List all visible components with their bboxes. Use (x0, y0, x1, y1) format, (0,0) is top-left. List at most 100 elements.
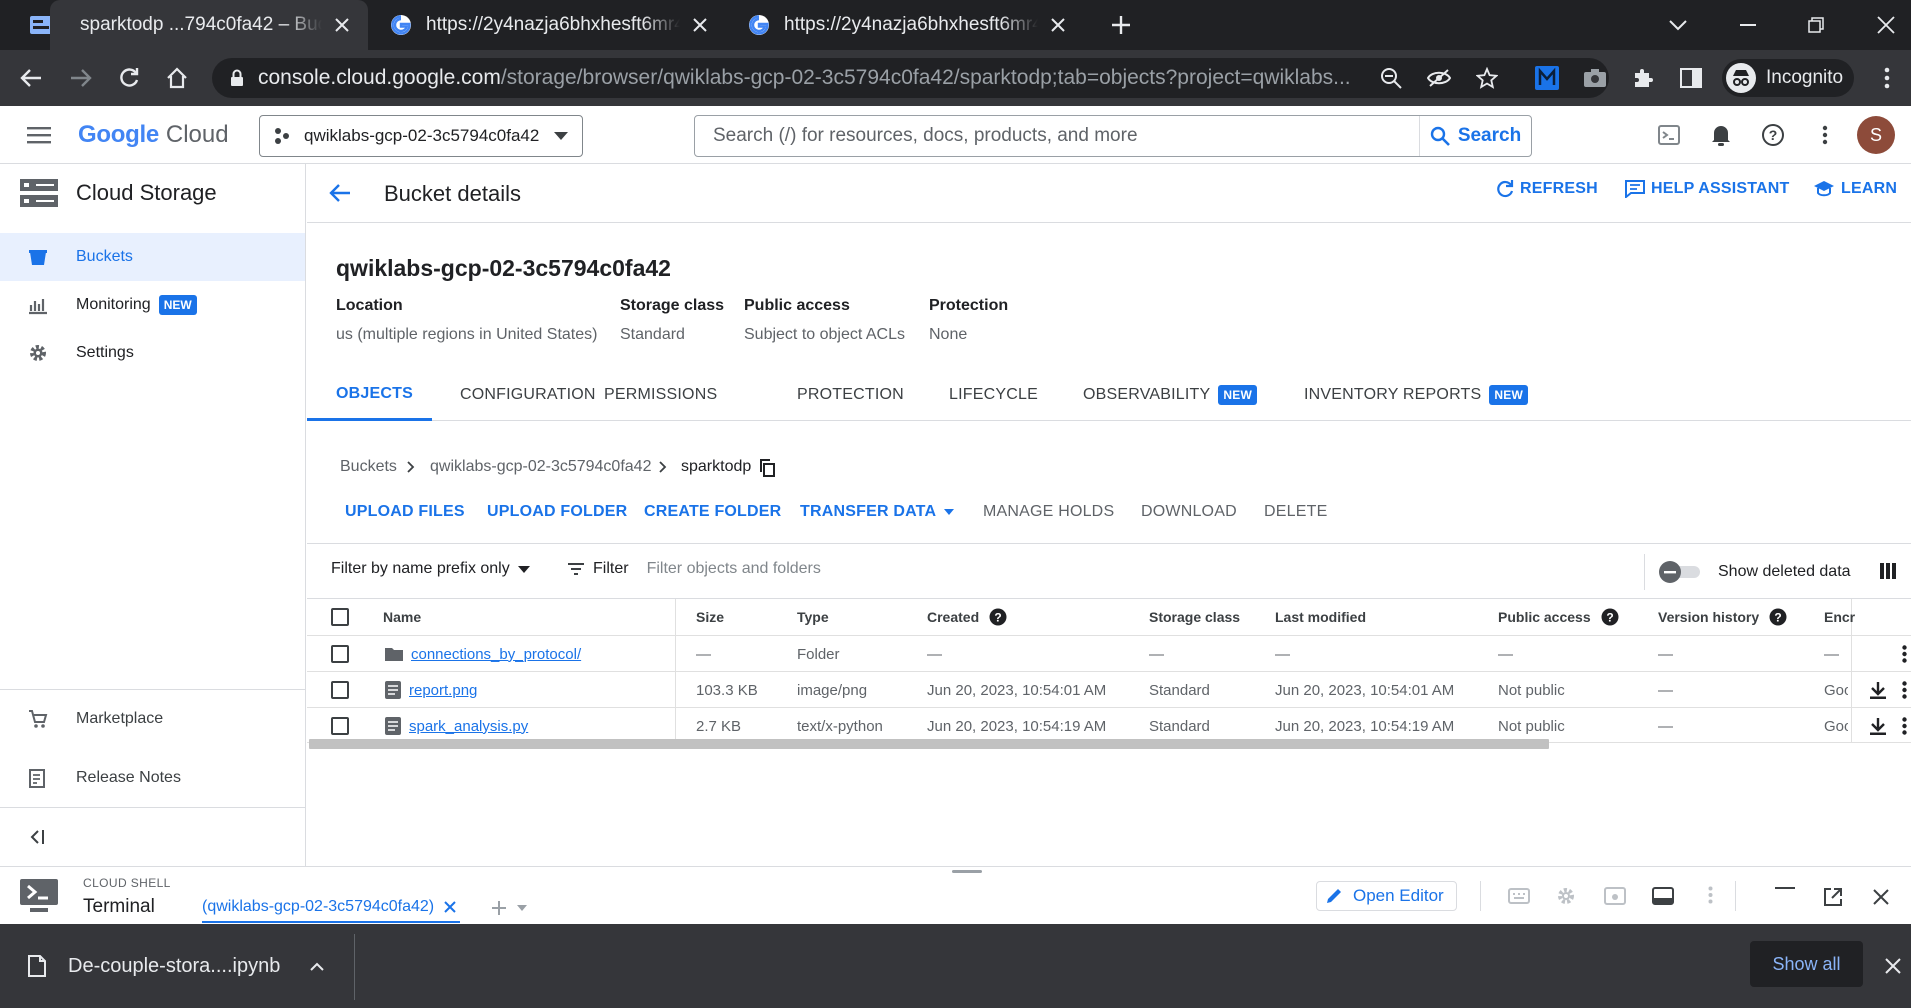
account-avatar[interactable]: S (1857, 116, 1895, 154)
object-name-link[interactable]: connections_by_protocol/ (411, 646, 581, 663)
google-cloud-logo[interactable]: Google Cloud (78, 120, 229, 150)
help-circle-icon[interactable]: ? (1769, 608, 1787, 626)
name-cell[interactable]: report.png (385, 672, 477, 708)
search-input[interactable]: Search (/) for resources, docs, products… (695, 125, 1419, 147)
browser-tab-3[interactable]: https://2y4nazja6bhxhesft6mr4gf (734, 0, 1084, 50)
col-created[interactable]: Created? (927, 599, 1007, 635)
row-more-icon[interactable] (1902, 672, 1907, 708)
row-checkbox[interactable] (331, 681, 349, 699)
sidebar-item-buckets[interactable]: Buckets (0, 233, 305, 281)
minimize-shell-icon[interactable] (1775, 887, 1795, 889)
forward-arrow-icon[interactable] (68, 66, 94, 90)
col-last-modified[interactable]: Last modified (1275, 599, 1366, 635)
close-tab-icon[interactable] (330, 13, 354, 37)
horizontal-scrollbar[interactable] (309, 739, 1549, 749)
new-tab-plus-icon[interactable] (1108, 12, 1134, 38)
upload-folder-button[interactable]: UPLOAD FOLDER (487, 503, 627, 521)
download-icon[interactable] (1869, 672, 1887, 708)
col-public-access[interactable]: Public access? (1498, 599, 1619, 635)
hamburger-menu-icon[interactable] (26, 123, 52, 147)
select-all-checkbox-cell[interactable] (331, 599, 349, 635)
sidebar-item-monitoring[interactable]: Monitoring NEW (0, 281, 305, 329)
breadcrumb-bucket[interactable]: qwiklabs-gcp-02-3c5794c0fa42 (430, 458, 651, 476)
transfer-data-button[interactable]: TRANSFER DATA (800, 503, 955, 521)
tab-list-chevron-icon[interactable] (1664, 12, 1692, 38)
col-name[interactable]: Name (383, 599, 421, 635)
col-type[interactable]: Type (797, 599, 829, 635)
col-encryption[interactable]: Encr (1824, 599, 1855, 635)
notifications-bell-icon[interactable] (1708, 123, 1734, 147)
open-new-window-icon[interactable] (1823, 887, 1843, 907)
camera-icon[interactable] (1582, 66, 1608, 90)
shell-more-icon[interactable] (1708, 886, 1713, 904)
close-tab-icon[interactable] (688, 13, 712, 37)
browser-tab-2[interactable]: https://2y4nazja6bhxhesft6mr4gf (376, 0, 726, 50)
col-storage-class[interactable]: Storage class (1149, 599, 1240, 635)
help-circle-icon[interactable]: ? (1601, 608, 1619, 626)
name-cell[interactable]: connections_by_protocol/ (385, 636, 581, 672)
copy-icon[interactable] (759, 459, 775, 477)
sidebar-item-release-notes[interactable]: Release Notes (0, 754, 305, 802)
column-display-icon[interactable] (1880, 563, 1896, 579)
window-restore-icon[interactable] (1802, 12, 1830, 38)
extensions-puzzle-icon[interactable] (1630, 66, 1656, 90)
add-terminal-icon[interactable] (491, 900, 507, 916)
table-row[interactable]: connections_by_protocol/ — Folder — — — … (307, 635, 1911, 671)
keyboard-icon[interactable] (1508, 888, 1530, 904)
row-checkbox-cell[interactable] (331, 636, 349, 672)
home-icon[interactable] (164, 66, 190, 90)
close-tab-icon[interactable] (444, 901, 456, 913)
tab-inventory-reports[interactable]: INVENTORY REPORTS NEW (1304, 369, 1528, 421)
search-button[interactable]: Search (1419, 116, 1531, 156)
tab-configuration[interactable]: CONFIGURATION (460, 369, 596, 421)
bookmark-star-icon[interactable] (1474, 66, 1500, 90)
tab-lifecycle[interactable]: LIFECYCLE (949, 369, 1038, 421)
table-row[interactable]: report.png 103.3 KB image/png Jun 20, 20… (307, 671, 1911, 707)
resize-handle[interactable] (952, 870, 982, 873)
filter-mode-select[interactable]: Filter by name prefix only (331, 560, 530, 578)
tab-objects[interactable]: OBJECTS (307, 369, 432, 421)
reload-icon[interactable] (116, 66, 142, 90)
download-item[interactable]: De-couple-stora....ipynb (28, 948, 325, 984)
row-more-icon[interactable] (1902, 708, 1907, 744)
zoom-out-icon[interactable] (1378, 66, 1404, 90)
row-checkbox[interactable] (331, 645, 349, 663)
help-assistant-button[interactable]: HELP ASSISTANT (1625, 180, 1790, 198)
terminal-dropdown-icon[interactable] (517, 905, 527, 911)
back-arrow-icon[interactable] (18, 66, 44, 90)
download-icon[interactable] (1869, 708, 1887, 744)
filter-input[interactable]: Filter objects and folders (647, 560, 821, 578)
terminal-tab[interactable]: (qwiklabs-gcp-02-3c5794c0fa42) (202, 893, 461, 923)
side-panel-icon[interactable] (1678, 66, 1704, 90)
web-preview-icon[interactable] (1604, 887, 1626, 905)
select-all-checkbox[interactable] (331, 608, 349, 626)
delete-button[interactable]: DELETE (1264, 503, 1327, 521)
download-button[interactable]: DOWNLOAD (1141, 503, 1237, 521)
row-checkbox-cell[interactable] (331, 672, 349, 708)
console-search[interactable]: Search (/) for resources, docs, products… (694, 115, 1532, 157)
help-question-icon[interactable]: ? (1760, 123, 1786, 147)
create-folder-button[interactable]: CREATE FOLDER (644, 503, 781, 521)
tracking-protection-icon[interactable] (1426, 66, 1452, 90)
tab-protection[interactable]: PROTECTION (797, 369, 904, 421)
show-all-downloads-button[interactable]: Show all (1750, 941, 1863, 987)
show-deleted-toggle[interactable]: Show deleted data (1658, 560, 1851, 584)
layout-panel-icon[interactable] (1652, 887, 1674, 905)
filter-field[interactable]: Filter Filter objects and folders (567, 560, 821, 578)
project-selector[interactable]: qwiklabs-gcp-02-3c5794c0fa42 (259, 115, 583, 157)
manage-holds-button[interactable]: MANAGE HOLDS (983, 503, 1114, 521)
tab-permissions[interactable]: PERMISSIONS (604, 369, 717, 421)
window-minimize-icon[interactable] (1734, 12, 1762, 38)
close-downloads-icon[interactable] (1885, 958, 1901, 974)
collapse-nav-icon[interactable] (28, 827, 52, 851)
sidebar-item-settings[interactable]: Settings (0, 329, 305, 377)
object-name-link[interactable]: report.png (409, 682, 477, 699)
close-shell-icon[interactable] (1873, 889, 1889, 905)
refresh-button[interactable]: REFRESH (1496, 180, 1598, 198)
cloud-shell-activate-icon[interactable] (1656, 123, 1682, 147)
row-more-icon[interactable] (1902, 636, 1907, 672)
object-name-link[interactable]: spark_analysis.py (409, 718, 528, 735)
row-checkbox[interactable] (331, 717, 349, 735)
incognito-chip[interactable]: Incognito (1722, 59, 1854, 97)
col-version-history[interactable]: Version history? (1658, 599, 1787, 635)
